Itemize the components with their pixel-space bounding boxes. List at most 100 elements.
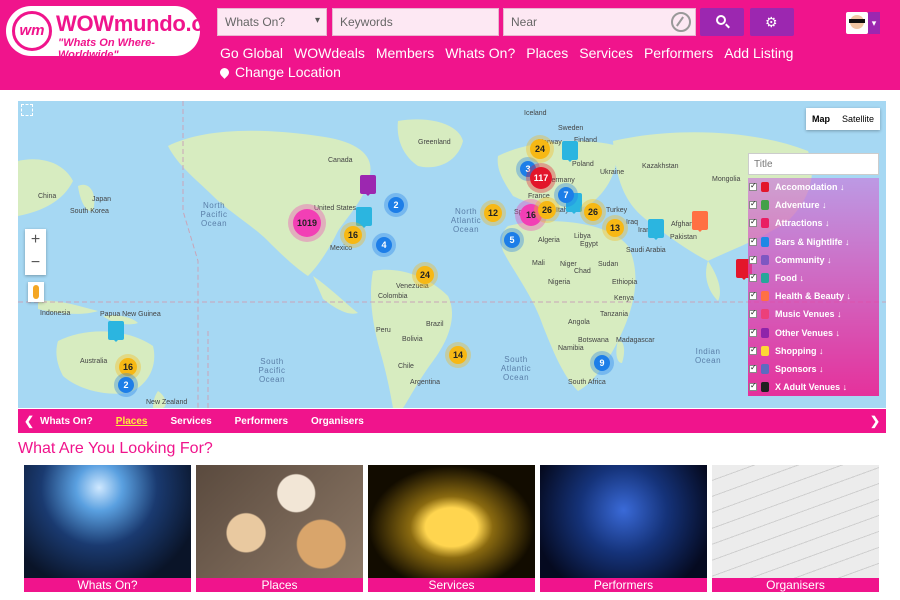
category-checkbox[interactable] <box>749 327 757 337</box>
category-checkbox[interactable] <box>749 345 757 355</box>
near-input[interactable]: Near <box>503 8 696 36</box>
whats-on-select[interactable]: Whats On? <box>217 8 327 36</box>
category-filter-row[interactable]: Attractions ↓ <box>748 214 879 232</box>
change-location-link[interactable]: Change Location <box>218 64 341 80</box>
category-filter-row[interactable]: Food ↓ <box>748 269 879 287</box>
chevron-down-icon[interactable]: ▾ <box>868 12 880 34</box>
nav-item-whats-on[interactable]: Whats On? <box>445 45 515 61</box>
category-filter-row[interactable]: Music Venues ↓ <box>748 305 879 323</box>
category-label: Shopping ↓ <box>775 345 824 356</box>
card-label: Organisers <box>712 578 879 592</box>
tab-organisers[interactable]: Organisers <box>311 416 364 427</box>
country-label: Sudan <box>598 261 619 268</box>
category-filter-row[interactable]: Shopping ↓ <box>748 342 879 360</box>
map-marker-icon[interactable] <box>562 141 578 162</box>
card-performers[interactable]: Performers <box>540 465 707 592</box>
category-checkbox[interactable] <box>749 181 757 192</box>
category-filter-row[interactable]: Accomodation ↓ <box>748 178 879 196</box>
zoom-out-button[interactable]: − <box>25 252 46 275</box>
tab-services[interactable]: Services <box>170 416 211 427</box>
category-label: Community ↓ <box>775 254 832 265</box>
settings-button[interactable]: ⚙ <box>750 8 794 36</box>
category-filter-row[interactable]: Community ↓ <box>748 251 879 269</box>
map-cluster[interactable]: 9 <box>594 355 610 371</box>
nav-item-performers[interactable]: Performers <box>644 45 713 61</box>
tab-whats-on[interactable]: Whats On? <box>40 416 93 427</box>
calendar-page-image <box>712 465 879 578</box>
category-checkbox[interactable] <box>749 217 757 228</box>
category-checkbox[interactable] <box>749 272 757 283</box>
map-cluster[interactable]: 2 <box>118 377 134 393</box>
guitarist-image <box>540 465 707 578</box>
category-checkbox[interactable] <box>749 199 757 210</box>
site-logo[interactable]: wm WOWmundo.com "Whats On Where- Worldwi… <box>6 6 236 61</box>
category-icon <box>761 382 769 393</box>
street-view-pegman-icon[interactable] <box>28 282 44 302</box>
nav-item-places[interactable]: Places <box>526 45 568 61</box>
category-checkbox[interactable] <box>749 308 757 319</box>
map-cluster[interactable]: 5 <box>504 232 520 248</box>
nav-item-add-listing[interactable]: Add Listing <box>724 45 793 61</box>
map-marker-icon[interactable] <box>356 207 372 228</box>
map-cluster[interactable]: 16 <box>344 226 362 244</box>
map-cluster[interactable]: 12 <box>484 204 502 222</box>
map-type-control: Map Satellite <box>805 108 880 130</box>
category-checkbox[interactable] <box>749 381 757 392</box>
map-cluster[interactable]: 26 <box>538 201 556 219</box>
map-type-satellite[interactable]: Satellite <box>836 108 880 130</box>
nav-item-go-global[interactable]: Go Global <box>220 45 283 61</box>
card-services[interactable]: Services <box>368 465 535 592</box>
category-filter-row[interactable]: Bars & Nightlife ↓ <box>748 233 879 251</box>
tab-places[interactable]: Places <box>116 416 148 427</box>
card-whats-on[interactable]: Whats On? <box>24 465 191 592</box>
avatar[interactable] <box>846 12 868 34</box>
compass-icon[interactable] <box>671 12 691 32</box>
category-filter-row[interactable]: X Adult Venues ↓ <box>748 378 879 396</box>
zoom-in-button[interactable]: + <box>25 229 46 252</box>
card-organisers[interactable]: Organisers <box>712 465 879 592</box>
map-cluster[interactable]: 7 <box>558 187 574 203</box>
category-tabs: ❮ Whats On? Places Services Performers O… <box>18 409 886 433</box>
map-cluster[interactable]: 24 <box>416 266 434 284</box>
keywords-input[interactable]: Keywords <box>332 8 499 36</box>
map-type-map[interactable]: Map <box>806 108 836 130</box>
fullscreen-icon[interactable] <box>21 104 33 116</box>
map-cluster[interactable]: 117 <box>530 167 552 189</box>
country-label: Australia <box>80 358 108 365</box>
category-filter-row[interactable]: Adventure ↓ <box>748 196 879 214</box>
country-label: Algeria <box>538 237 560 244</box>
category-filter-row[interactable]: Health & Beauty ↓ <box>748 287 879 305</box>
map-cluster[interactable]: 14 <box>449 346 467 364</box>
category-filter-row[interactable]: Sponsors ↓ <box>748 360 879 378</box>
map-marker-icon[interactable] <box>692 211 708 232</box>
map-marker-icon[interactable] <box>108 321 124 342</box>
map-cluster[interactable]: 13 <box>606 219 624 237</box>
category-checkbox[interactable] <box>749 363 757 373</box>
category-checkbox[interactable] <box>749 290 757 301</box>
main-nav: Go Global WOWdeals Members Whats On? Pla… <box>220 45 793 61</box>
country-label: Poland <box>572 161 594 168</box>
map-cluster[interactable]: 24 <box>530 139 550 159</box>
map-cluster[interactable]: 1019 <box>293 209 321 237</box>
category-icon <box>761 291 769 302</box>
chevron-right-icon[interactable]: ❯ <box>864 414 886 428</box>
nav-item-members[interactable]: Members <box>376 45 434 61</box>
category-checkbox[interactable] <box>749 254 757 264</box>
nav-item-services[interactable]: Services <box>579 45 633 61</box>
title-filter-input[interactable]: Title <box>748 153 879 175</box>
map-marker-icon[interactable] <box>360 175 376 196</box>
card-places[interactable]: Places <box>196 465 363 592</box>
category-checkbox[interactable] <box>749 236 757 246</box>
category-filter-row[interactable]: Other Venues ↓ <box>748 324 879 342</box>
map-cluster[interactable]: 4 <box>376 237 392 253</box>
map-cluster[interactable]: 26 <box>584 203 602 221</box>
category-label: Accomodation ↓ <box>775 182 845 193</box>
search-button[interactable] <box>700 8 744 36</box>
category-label: Sponsors ↓ <box>775 363 824 374</box>
chevron-left-icon[interactable]: ❮ <box>18 414 40 428</box>
map-cluster[interactable]: 2 <box>388 197 404 213</box>
map-cluster[interactable]: 16 <box>119 358 137 376</box>
tab-performers[interactable]: Performers <box>235 416 288 427</box>
map-marker-icon[interactable] <box>648 219 664 240</box>
nav-item-wowdeals[interactable]: WOWdeals <box>294 45 365 61</box>
